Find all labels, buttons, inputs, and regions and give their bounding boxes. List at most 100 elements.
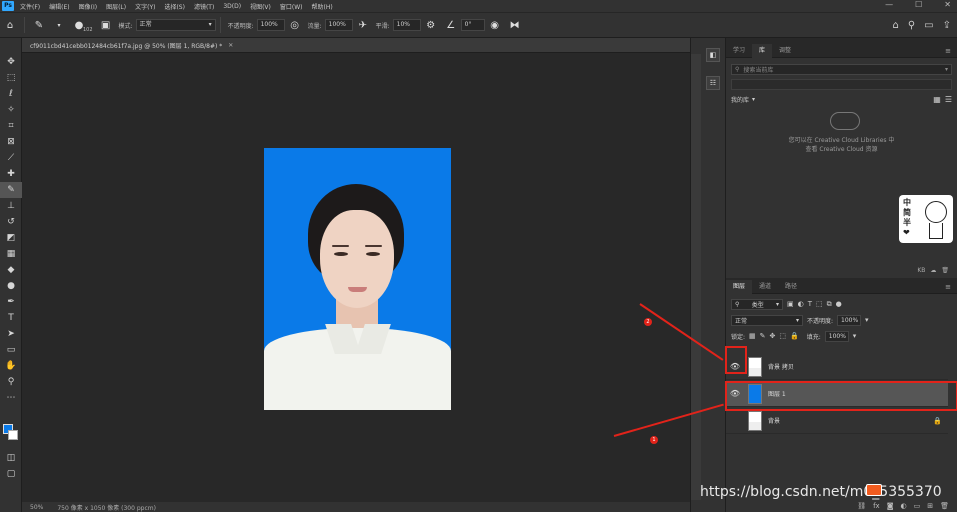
clone-stamp-tool-icon[interactable]: ⊥ (0, 198, 22, 214)
filter-adjustment-icon[interactable]: ◐ (798, 300, 804, 308)
tab-layers[interactable]: 图层 (726, 279, 753, 294)
list-view-icon[interactable]: ☰ (945, 95, 952, 104)
new-layer-icon[interactable]: ⊞ (927, 502, 933, 510)
filter-pixel-icon[interactable]: ▣ (787, 300, 794, 308)
new-group-icon[interactable]: ▭ (914, 502, 921, 510)
angle-field[interactable]: 0° (460, 19, 485, 31)
more-tools-icon[interactable]: ⋯ (0, 390, 22, 406)
layer-name[interactable]: 背景 (768, 416, 780, 425)
adjustment-layer-icon[interactable]: ◐ (901, 502, 907, 510)
grid-view-icon[interactable]: ▦ (933, 95, 941, 104)
tab-paths[interactable]: 路径 (778, 280, 804, 294)
history-brush-tool-icon[interactable]: ↺ (0, 214, 22, 230)
brush-settings-icon[interactable]: ▣ (99, 18, 113, 32)
brush-tool-icon[interactable]: ✎ (32, 18, 46, 32)
filter-toggle-icon[interactable]: ● (836, 300, 842, 308)
trash-icon[interactable]: 🗑 (941, 267, 949, 274)
flow-field[interactable]: 100% (324, 19, 353, 31)
properties-panel-icon[interactable]: ☷ (706, 76, 720, 90)
move-tool-icon[interactable]: ✥ (0, 54, 22, 70)
filter-type-icon[interactable]: T (808, 300, 812, 308)
menu-image[interactable]: 图像(I) (79, 2, 97, 11)
pen-tool-icon[interactable]: ✒ (0, 294, 22, 310)
blend-mode-select[interactable]: 正常 ▾ (731, 314, 803, 326)
smoothing-field[interactable]: 10% (392, 19, 421, 31)
mode-select[interactable]: 正常 ▾ (135, 19, 216, 31)
document-tab[interactable]: cf9011cbd41cebb012484cb61f7a.jpg @ 50% (… (22, 38, 700, 53)
minimize-button[interactable]: — (885, 0, 893, 9)
zoom-level[interactable]: 50% (30, 504, 43, 511)
pressure-size-icon[interactable]: ◉ (488, 18, 502, 32)
quick-mask-icon[interactable]: ◫ (0, 450, 22, 466)
chevron-down-icon[interactable]: ▾ (865, 316, 869, 324)
menu-select[interactable]: 选择(S) (164, 2, 185, 11)
frame-tool-icon[interactable]: ⊠ (0, 134, 22, 150)
zoom-tool-icon[interactable]: ⚲ (0, 374, 22, 390)
search-icon[interactable]: ⚲ (908, 20, 915, 31)
lock-position-icon[interactable]: ✥ (770, 332, 776, 340)
current-library[interactable]: 我的库 (731, 95, 749, 104)
angle-icon[interactable]: ∠ (444, 18, 458, 32)
layer-name[interactable]: 背景 拷贝 (768, 362, 794, 371)
menu-3d[interactable]: 3D(D) (223, 3, 241, 10)
library-filter-select[interactable] (731, 79, 952, 90)
lasso-tool-icon[interactable]: ℓ (0, 86, 22, 102)
lock-icon[interactable]: 🔒 (933, 417, 942, 425)
cloud-sync-icon[interactable]: ☁ (930, 267, 936, 274)
symmetry-icon[interactable]: ⧓ (508, 18, 522, 32)
background-color-swatch[interactable] (8, 430, 18, 440)
workspace-icon[interactable]: ▭ (924, 20, 933, 31)
chevron-down-icon[interactable]: ▾ (853, 332, 857, 340)
quick-select-tool-icon[interactable]: ✧ (0, 102, 22, 118)
add-mask-icon[interactable]: ◙ (887, 502, 894, 510)
layer-row-background-copy[interactable]: 👁 背景 拷贝 (726, 354, 948, 380)
menu-window[interactable]: 窗口(W) (280, 2, 303, 11)
eraser-tool-icon[interactable]: ◩ (0, 230, 22, 246)
lock-artboard-icon[interactable]: ⬚ (779, 332, 786, 340)
lock-all-icon[interactable]: 🔒 (790, 332, 799, 340)
marquee-tool-icon[interactable]: ⬚ (0, 70, 22, 86)
chevron-down-icon[interactable]: ▾ (52, 18, 66, 32)
library-search-input[interactable]: ⚲ 搜索当前库 ▾ (731, 64, 952, 75)
menu-view[interactable]: 视图(V) (250, 2, 271, 11)
link-layers-icon[interactable]: ⛓ (857, 502, 866, 510)
dodge-tool-icon[interactable]: ● (0, 278, 22, 294)
layer-opacity-field[interactable]: 100% (837, 314, 862, 326)
menu-layer[interactable]: 图层(L) (106, 2, 126, 11)
vertical-scrollbar[interactable] (691, 54, 701, 500)
filter-smart-object-icon[interactable]: ⧉ (827, 300, 832, 309)
path-select-tool-icon[interactable]: ➤ (0, 326, 22, 342)
gear-icon[interactable]: ⚙ (424, 18, 438, 32)
share-icon[interactable]: ⇪ (943, 20, 951, 31)
tab-libraries[interactable]: 库 (752, 43, 773, 58)
gradient-tool-icon[interactable]: ▦ (0, 246, 22, 262)
airbrush-icon[interactable]: ✈ (356, 18, 370, 32)
tab-channels[interactable]: 通道 (752, 280, 778, 294)
home-icon[interactable]: ⌂ (3, 18, 17, 32)
eyedropper-tool-icon[interactable]: ⟋ (0, 150, 22, 166)
opacity-field[interactable]: 100% (256, 19, 285, 31)
tab-adjustments[interactable]: 调整 (772, 44, 798, 58)
canvas-area[interactable] (22, 53, 690, 502)
close-icon[interactable]: ✕ (228, 42, 233, 49)
filter-shape-icon[interactable]: ⬚ (816, 300, 823, 308)
menu-help[interactable]: 帮助(H) (312, 2, 333, 11)
blur-tool-icon[interactable]: ◆ (0, 262, 22, 278)
menu-filter[interactable]: 滤镜(T) (194, 2, 214, 11)
hand-tool-icon[interactable]: ✋ (0, 358, 22, 374)
layer-row-background[interactable]: 背景 🔒 (726, 408, 948, 434)
close-window-button[interactable]: ✕ (944, 0, 951, 9)
menu-edit[interactable]: 编辑(E) (49, 2, 69, 11)
panel-menu-icon[interactable]: ≡ (945, 283, 951, 291)
brush-tool-icon[interactable]: ✎ (0, 182, 22, 198)
tab-learn[interactable]: 学习 (726, 44, 752, 58)
screen-mode-icon[interactable]: ▢ (0, 466, 22, 482)
home-screen-icon[interactable]: ⌂ (892, 20, 898, 31)
panel-menu-icon[interactable]: ≡ (945, 47, 951, 55)
layer-style-icon[interactable]: fx (873, 502, 880, 510)
shape-tool-icon[interactable]: ▭ (0, 342, 22, 358)
pressure-opacity-icon[interactable]: ◎ (288, 18, 302, 32)
crop-tool-icon[interactable]: ⌗ (0, 118, 22, 134)
lock-transparency-icon[interactable]: ▦ (749, 332, 756, 340)
history-panel-icon[interactable]: ◧ (706, 48, 720, 62)
